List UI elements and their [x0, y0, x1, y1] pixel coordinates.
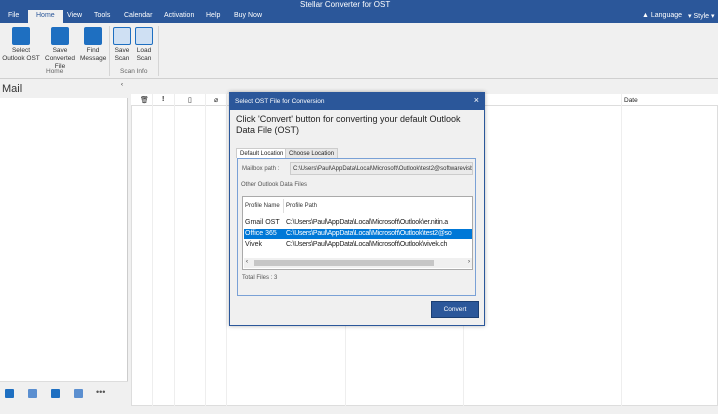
- title-bar: Stellar Converter for OST File Home View…: [0, 0, 718, 23]
- label: Message: [80, 55, 107, 62]
- horizontal-scrollbar[interactable]: ‹ ›: [244, 258, 472, 268]
- language-menu[interactable]: ▲ Language: [642, 10, 682, 23]
- dialog-instruction: Click 'Convert' button for converting yo…: [236, 114, 461, 135]
- label: Outlook OST: [2, 55, 40, 62]
- tab-file[interactable]: File: [0, 10, 27, 23]
- scroll-left-icon[interactable]: ‹: [246, 259, 248, 265]
- more-icon[interactable]: •••: [96, 387, 105, 397]
- list-item[interactable]: Gmail OST C:\Users\Paul\AppData\Local\Mic…: [244, 218, 472, 228]
- attachment-column-icon[interactable]: ⌀: [214, 96, 218, 104]
- delete-column-icon[interactable]: 🗑: [140, 96, 149, 104]
- close-icon[interactable]: ×: [474, 95, 479, 105]
- divider: [226, 94, 227, 406]
- label: Save: [114, 47, 130, 54]
- save-scan-icon: [113, 27, 131, 45]
- divider: [109, 26, 110, 76]
- binoculars-icon: [84, 27, 102, 45]
- load-scan-button[interactable]: Load Scan: [134, 27, 154, 63]
- profile-name: Vivek: [245, 241, 262, 248]
- tab-tools[interactable]: Tools: [86, 10, 118, 23]
- profile-path-header[interactable]: Profile Path: [286, 203, 317, 209]
- divider: [621, 94, 622, 406]
- tab-help[interactable]: Help: [198, 10, 228, 23]
- label: Scan: [136, 55, 152, 62]
- tab-activation[interactable]: Activation: [156, 10, 202, 23]
- tab-choose-location[interactable]: Choose Location: [285, 148, 339, 158]
- sidebar: [0, 80, 128, 406]
- select-ost-dialog: Select OST File for Conversion × Click '…: [229, 92, 485, 326]
- total-files: Total Files : 3: [242, 275, 278, 281]
- label: Find: [86, 47, 100, 54]
- status-bar: [0, 406, 718, 414]
- divider: [283, 199, 284, 213]
- profile-path: C:\Users\Paul\AppData\Local\Microsoft\Ou…: [286, 241, 448, 248]
- list-item[interactable]: Office 365 C:\Users\Paul\AppData\Local\Mi…: [244, 229, 472, 239]
- profile-name: Office 365: [245, 230, 277, 237]
- mailbox-path-field[interactable]: C:\Users\Paul\AppData\Local\Microsoft\Ou…: [290, 162, 473, 175]
- profile-path: C:\Users\Paul\AppData\Local\Microsoft\Ou…: [286, 230, 452, 237]
- scrollbar-thumb[interactable]: [254, 260, 434, 266]
- find-message-button[interactable]: Find Message: [80, 27, 106, 63]
- save-icon: [51, 27, 69, 45]
- group-home-label: Home: [46, 68, 64, 75]
- document-column-icon[interactable]: ▯: [188, 96, 192, 104]
- mail-icon[interactable]: [5, 389, 14, 398]
- sidebar-title: Mail: [0, 80, 128, 98]
- style-menu[interactable]: ▾ Style ▾: [688, 10, 715, 23]
- group-scan-label: Scan Info: [120, 68, 148, 75]
- tab-buy-now[interactable]: Buy Now: [226, 10, 270, 23]
- dialog-title: Select OST File for Conversion: [230, 93, 484, 110]
- load-scan-icon: [135, 27, 153, 45]
- label: Scan: [114, 55, 130, 62]
- app-title: Stellar Converter for OST: [300, 0, 391, 9]
- save-converted-file-button[interactable]: Save Converted File: [40, 27, 80, 71]
- tab-default-location[interactable]: Default Location: [236, 148, 288, 158]
- convert-button[interactable]: Convert: [431, 301, 479, 318]
- divider: [205, 94, 206, 406]
- tab-home[interactable]: Home: [28, 10, 63, 23]
- profile-name-header[interactable]: Profile Name: [245, 203, 280, 209]
- divider: [158, 26, 159, 76]
- scroll-right-icon[interactable]: ›: [468, 259, 470, 265]
- label: Select: [11, 47, 31, 54]
- mailbox-path-label: Mailbox path :: [242, 166, 280, 172]
- importance-column-icon[interactable]: !: [162, 96, 164, 103]
- tasks-icon[interactable]: [74, 389, 83, 398]
- language-label: Language: [650, 12, 683, 19]
- profile-name: Gmail OST: [245, 219, 280, 226]
- list-item[interactable]: Vivek C:\Users\Paul\AppData\Local\Microso…: [244, 240, 472, 250]
- select-outlook-ost-button[interactable]: Select Outlook OST: [1, 27, 41, 63]
- label: Load: [136, 47, 152, 54]
- profile-list: Profile Name Profile Path Gmail OST C:\Us…: [242, 196, 473, 270]
- divider: [152, 94, 153, 406]
- ribbon: [0, 23, 718, 79]
- collapse-sidebar-icon[interactable]: ‹: [121, 82, 123, 88]
- divider: [174, 94, 175, 406]
- default-location-panel: Mailbox path : C:\Users\Paul\AppData\Loc…: [237, 158, 476, 296]
- tab-calendar[interactable]: Calendar: [116, 10, 160, 23]
- date-column-header[interactable]: Date: [624, 97, 638, 104]
- save-scan-button[interactable]: Save Scan: [112, 27, 132, 63]
- profile-path: C:\Users\Paul\AppData\Local\Microsoft\Ou…: [286, 219, 448, 226]
- folder-icon: [12, 27, 30, 45]
- sidebar-nav: [0, 381, 128, 406]
- style-label: Style: [693, 13, 710, 20]
- contacts-icon[interactable]: [51, 389, 60, 398]
- other-files-label: Other Outlook Data Files: [241, 182, 308, 188]
- calendar-icon[interactable]: [28, 389, 37, 398]
- label: Save: [52, 47, 68, 54]
